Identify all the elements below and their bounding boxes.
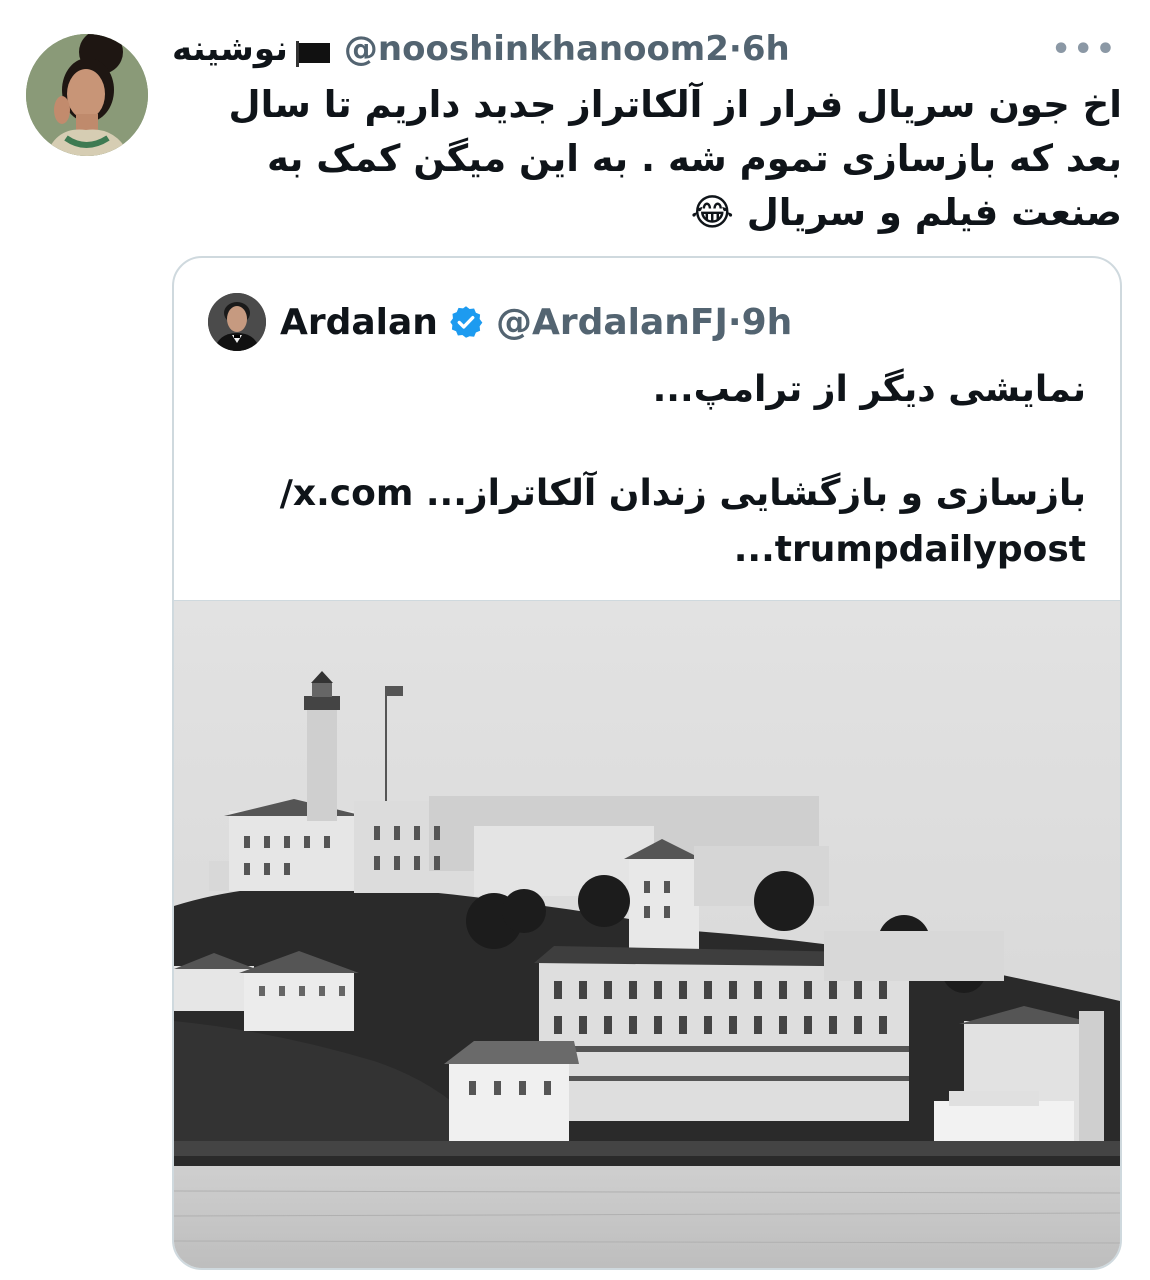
- quote-line-1: نمایشی دیگر از ترامپ...: [652, 369, 1086, 410]
- author-name[interactable]: نوشینه: [172, 29, 288, 69]
- quote-author-handle[interactable]: @ArdalanFJ: [496, 302, 728, 343]
- author-handle[interactable]: @nooshinkhanoom2: [344, 29, 729, 69]
- quote-author-name[interactable]: Ardalan: [280, 302, 438, 343]
- quote-link[interactable]: trumpdailypost...: [206, 522, 1086, 578]
- quote-header: Ardalan @ArdalanFJ · 9h: [208, 292, 792, 352]
- quote-text: نمایشی دیگر از ترامپ... بازسازی و بازگشا…: [206, 362, 1086, 578]
- tweet-time[interactable]: 6h: [742, 29, 790, 69]
- author-avatar[interactable]: [26, 34, 148, 156]
- tweet-header: نوشینه @nooshinkhanoom2 · 6h •••: [172, 24, 1122, 74]
- quote-time-separator: ·: [727, 301, 742, 343]
- black-flag-icon: [294, 36, 332, 67]
- quoted-tweet[interactable]: Ardalan @ArdalanFJ · 9h نمایشی دیگر از ت…: [172, 256, 1122, 1270]
- ellipsis-icon[interactable]: •••: [1051, 32, 1118, 67]
- time-separator: ·: [728, 29, 742, 69]
- tweet-text: اخ جون سریال فرار از آلکاتراز جدید داریم…: [228, 83, 1122, 234]
- tweet[interactable]: نوشینه @nooshinkhanoom2 · 6h ••• اخ جون …: [0, 0, 1150, 1280]
- quote-author-avatar[interactable]: [208, 293, 266, 351]
- alcatraz-photo[interactable]: [174, 600, 1120, 1268]
- quote-line-2: بازسازی و بازگشایی زندان آلکاتراز... x.c…: [279, 473, 1086, 514]
- verified-badge-icon: [448, 304, 484, 340]
- quote-time[interactable]: 9h: [742, 302, 793, 343]
